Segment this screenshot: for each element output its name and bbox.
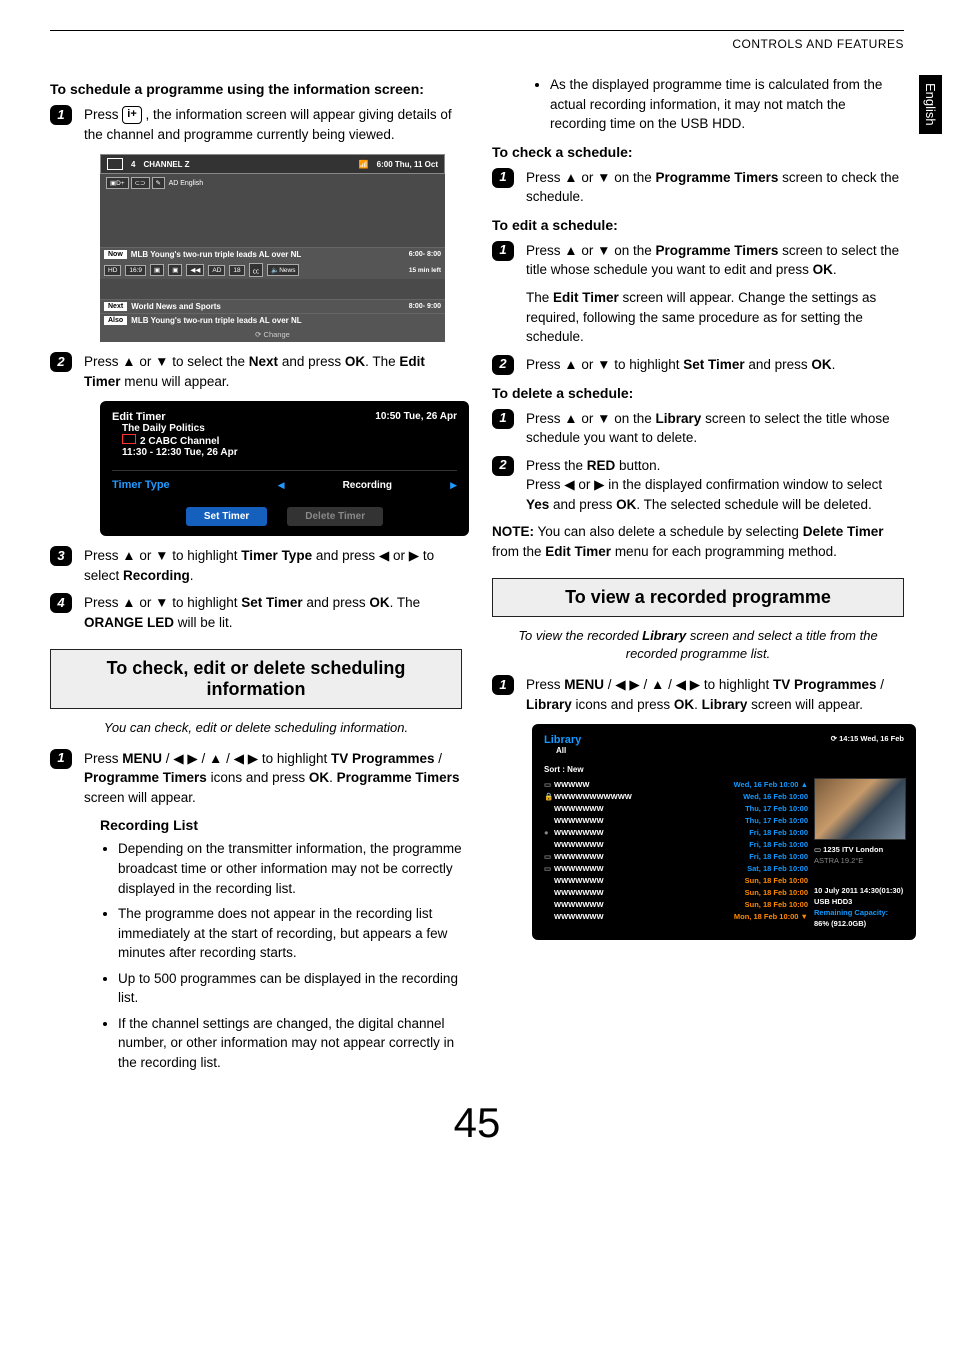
language-tab: English (919, 75, 942, 134)
sec2-step1-num: 1 (50, 749, 72, 769)
step2-text: Press ▲ or ▼ to select the Next and pres… (84, 352, 462, 391)
library-row[interactable]: WWWWWWWMon, 18 Feb 10:00 ▼ (544, 910, 808, 922)
library-row[interactable]: ●WWWWWWWFri, 18 Feb 10:00 (544, 826, 808, 838)
section-view-recorded: To view a recorded programme (492, 578, 904, 617)
step-number-3: 3 (50, 546, 72, 566)
heading-check: To check a schedule: (492, 144, 904, 160)
section3-intro: To view the recorded Library screen and … (492, 627, 904, 663)
step3-text: Press ▲ or ▼ to highlight Timer Type and… (84, 546, 462, 585)
breadcrumb: CONTROLS AND FEATURES (50, 37, 904, 51)
recording-bullet: Up to 500 programmes can be displayed in… (118, 969, 462, 1008)
step-number-2: 2 (50, 352, 72, 372)
library-row[interactable]: WWWWWWWSun, 18 Feb 10:00 (544, 874, 808, 886)
library-thumbnail (814, 778, 906, 840)
delete-note: NOTE: You can also delete a schedule by … (492, 522, 904, 561)
library-row[interactable]: WWWWWWWThu, 17 Feb 10:00 (544, 814, 808, 826)
library-row[interactable]: WWWWWWWSun, 18 Feb 10:00 (544, 898, 808, 910)
recording-bullet: The programme does not appear in the rec… (118, 904, 462, 963)
section2-intro: You can check, edit or delete scheduling… (50, 719, 462, 737)
library-row[interactable]: WWWWWWWSun, 18 Feb 10:00 (544, 886, 808, 898)
section-check-edit-delete: To check, edit or delete scheduling info… (50, 649, 462, 709)
step-number-1: 1 (50, 105, 72, 125)
heading-schedule-info: To schedule a programme using the inform… (50, 81, 462, 97)
delete-timer-button[interactable]: Delete Timer (287, 507, 383, 526)
library-row[interactable]: ▭WWWWWWWFri, 18 Feb 10:00 (544, 850, 808, 862)
recording-list-heading: Recording List (100, 817, 462, 833)
info-screen-mock: 4 CHANNEL Z 📶 6:00 Thu, 11 Oct ▣D+⊂⊃✎ AD… (100, 154, 445, 342)
set-timer-button[interactable]: Set Timer (186, 507, 267, 526)
library-row[interactable]: ▭WWWWWWed, 16 Feb 10:00 ▲ (544, 778, 808, 790)
recording-list-bullets: Depending on the transmitter information… (100, 839, 462, 1072)
page-number: 45 (50, 1099, 904, 1147)
continued-bullet: As the displayed programme time is calcu… (532, 75, 904, 134)
sec2-step1-text: Press MENU / ◀ ▶ / ▲ / ◀ ▶ to highlight … (84, 749, 462, 808)
info-button-icon: i+ (122, 106, 141, 124)
recording-bullet: If the channel settings are changed, the… (118, 1014, 462, 1073)
recording-bullet: Depending on the transmitter information… (118, 839, 462, 898)
library-mock: ⟳ 14:15 Wed, 16 Feb Library All Sort : N… (532, 724, 916, 940)
library-row[interactable]: 🔒WWWWWWWWWWWWed, 16 Feb 10:00 (544, 790, 808, 802)
edit-timer-mock: 10:50 Tue, 26 Apr Edit Timer The Daily P… (100, 401, 469, 536)
library-row[interactable]: ▭WWWWWWWSat, 18 Feb 10:00 (544, 862, 808, 874)
heading-delete: To delete a schedule: (492, 385, 904, 401)
step1-text: Press i+ , the information screen will a… (84, 105, 462, 144)
tv-icon (107, 158, 123, 170)
step-number-4: 4 (50, 593, 72, 613)
library-row[interactable]: WWWWWWWThu, 17 Feb 10:00 (544, 802, 808, 814)
step4-text: Press ▲ or ▼ to highlight Set Timer and … (84, 593, 462, 632)
heading-edit: To edit a schedule: (492, 217, 904, 233)
library-row[interactable]: WWWWWWWFri, 18 Feb 10:00 (544, 838, 808, 850)
